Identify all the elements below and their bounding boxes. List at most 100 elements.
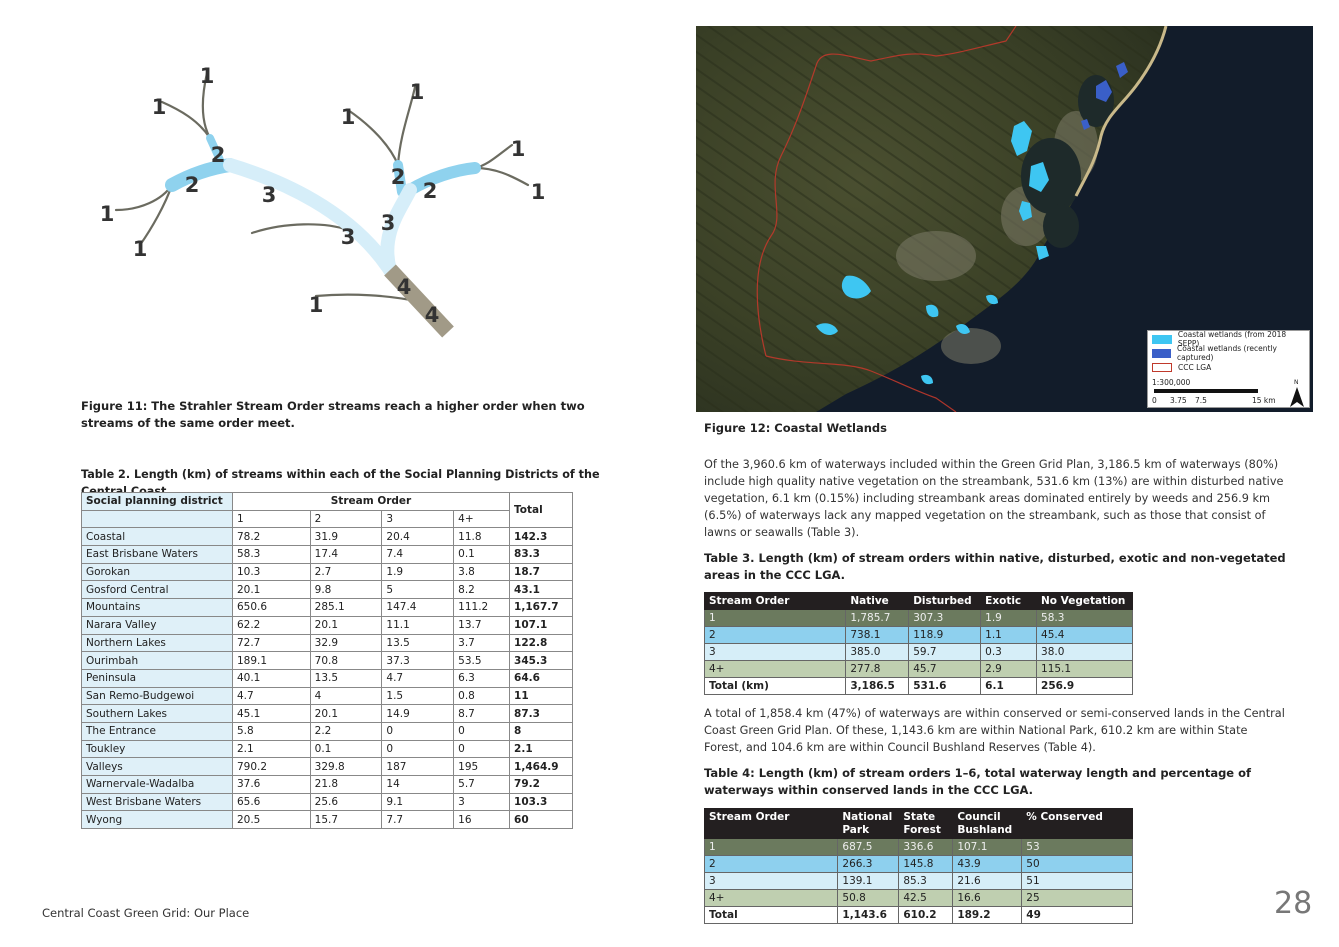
table-cell: 2.9 (980, 660, 1038, 678)
table-cell: 0.8 (453, 686, 511, 706)
table-cell: 790.2 (231, 757, 311, 776)
table-cell: 189.1 (231, 651, 311, 670)
table-cell: 0.3 (980, 643, 1038, 661)
table-row: Coastal 78.2 31.9 20.4 11.8 142.3 (81, 527, 573, 547)
table-4: Stream Order National Park State Forest Cou… (703, 808, 1133, 924)
column-header: % Conserved (1021, 808, 1133, 839)
row-total: 122.8 (509, 633, 573, 653)
table-cell: 20.1 (309, 615, 383, 635)
stream-order-label: 1 (133, 237, 148, 261)
table-cell: 307.3 (908, 609, 982, 627)
table-cell: 0.1 (309, 739, 383, 759)
table-cell: 687.5 (837, 838, 900, 856)
table-cell: 7.7 (381, 810, 455, 830)
row-total: 8 (509, 721, 573, 741)
table-row: West Brisbane Waters 65.6 25.6 9.1 3 103.3 (81, 792, 573, 812)
scale-tick: 3.75 (1170, 396, 1187, 405)
table-cell: 20.4 (381, 527, 455, 547)
stream-order-label: 1 (341, 105, 356, 129)
stream-order-label: 2 (391, 165, 406, 189)
table-cell: 7.4 (381, 545, 455, 564)
table-3-title: Table 3. Length (km) of stream orders wi… (704, 551, 1286, 582)
stream-order-label: 1 (100, 202, 115, 226)
table-2-header-stream-order: Stream Order (231, 492, 511, 511)
table-cell: 1.1 (980, 626, 1038, 644)
table-cell: Total (km) (703, 677, 847, 695)
row-total: 107.1 (509, 615, 573, 635)
table-cell: 118.9 (908, 626, 982, 644)
table-cell: 13.5 (309, 668, 383, 688)
table-2-subheader: 3 (381, 509, 455, 529)
table-row: Toukley 2.1 0.1 0 0 2.1 (81, 739, 573, 759)
table-2-subheader: 1 (231, 509, 311, 529)
table-cell: 9.8 (309, 580, 383, 600)
table-cell: 4.7 (381, 668, 455, 688)
table-row: Peninsula 40.1 13.5 4.7 6.3 64.6 (81, 668, 573, 688)
table-cell: 3 (703, 643, 847, 661)
table-cell: 107.1 (952, 838, 1023, 856)
table-cell: 195 (453, 757, 511, 776)
table-cell: 2.7 (309, 562, 383, 582)
table-cell: 13.7 (453, 615, 511, 635)
table-cell: 8.2 (453, 580, 511, 600)
table-cell: 1.5 (381, 686, 455, 706)
table-cell: 0 (381, 739, 455, 759)
table-cell: 147.4 (381, 598, 455, 617)
table-cell: 650.6 (231, 598, 311, 617)
district-name: The Entrance (81, 721, 233, 741)
table-cell: 45.7 (908, 660, 982, 678)
page-number: 28 (1274, 886, 1313, 921)
stream-order-label: 4 (397, 275, 412, 299)
district-name: Valleys (81, 757, 233, 776)
table-row: 2 738.1 118.9 1.1 45.4 (703, 626, 1133, 644)
table-cell: 385.0 (845, 643, 910, 661)
district-name: San Remo-Budgewoi (81, 686, 233, 706)
table-row: 3 139.1 85.3 21.6 51 (703, 872, 1133, 890)
stream-order-label: 2 (185, 173, 200, 197)
column-header: Stream Order (703, 592, 847, 610)
stream-order-label: 2 (211, 143, 226, 167)
column-header: National Park (837, 808, 900, 839)
district-name: Gosford Central (81, 580, 233, 600)
table-cell: 70.8 (309, 651, 383, 670)
table-cell: 37.6 (231, 775, 311, 794)
table-cell: 0 (453, 739, 511, 759)
column-header: Disturbed (908, 592, 982, 610)
district-name: Warnervale-Wadalba (81, 775, 233, 794)
district-name: Peninsula (81, 668, 233, 688)
stream-order-label: 3 (341, 225, 356, 249)
district-name: Ourimbah (81, 651, 233, 670)
table-cell: 3 (453, 792, 511, 812)
table-cell: 50.8 (837, 889, 900, 907)
table-row: Narara Valley 62.2 20.1 11.1 13.7 107.1 (81, 615, 573, 635)
table-2: Social planning district Stream Order To… (81, 491, 573, 830)
district-name: Toukley (81, 739, 233, 759)
district-name: Coastal (81, 527, 233, 547)
table-cell: 4+ (703, 660, 847, 678)
row-total: 1,167.7 (509, 598, 573, 617)
stream-order-label: 3 (262, 183, 277, 207)
table-cell: 45.4 (1036, 626, 1133, 644)
stream-order-label: 2 (423, 179, 438, 203)
table-cell: 21.8 (309, 775, 383, 794)
table-cell: 329.8 (309, 757, 383, 776)
table-cell: 1,785.7 (845, 609, 910, 627)
table-cell: 10.3 (231, 562, 311, 582)
table-cell: 0.1 (453, 545, 511, 564)
table-row: Southern Lakes 45.1 20.1 14.9 8.7 87.3 (81, 704, 573, 723)
table-cell: 20.1 (231, 580, 311, 600)
paragraph-1: Of the 3,960.6 km of waterways included … (704, 458, 1284, 539)
table-row: Mountains 650.6 285.1 147.4 111.2 1,167.7 (81, 598, 573, 617)
table-cell: 277.8 (845, 660, 910, 678)
table-row: The Entrance 5.8 2.2 0 0 8 (81, 721, 573, 741)
row-total: 1,464.9 (509, 757, 573, 776)
table-cell: 189.2 (952, 906, 1023, 924)
north-arrow-icon (1290, 387, 1304, 407)
table-cell: 266.3 (837, 855, 900, 873)
table-cell: 285.1 (309, 598, 383, 617)
table-cell: 0 (381, 721, 455, 741)
table-cell: 58.3 (231, 545, 311, 564)
table-cell: 40.1 (231, 668, 311, 688)
district-name: Wyong (81, 810, 233, 830)
table-cell: 187 (381, 757, 455, 776)
